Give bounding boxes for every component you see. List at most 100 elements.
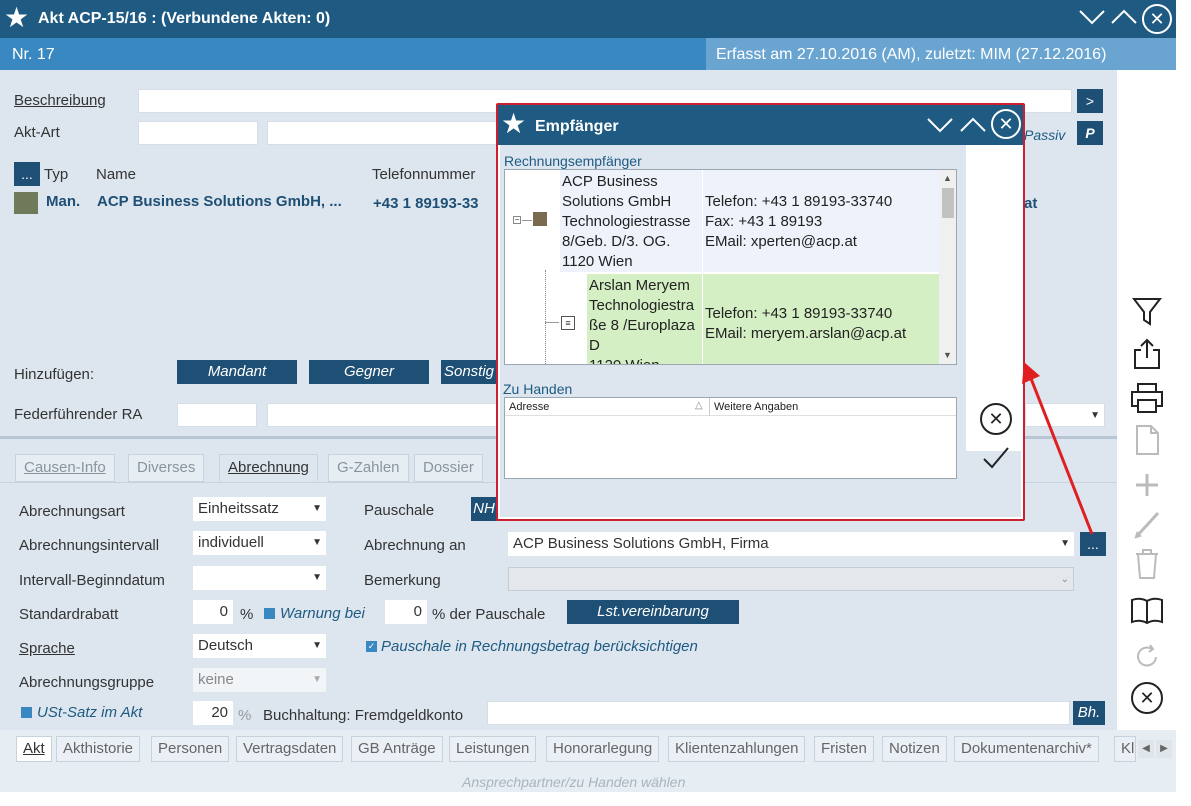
aktart-label: Akt-Art [14, 124, 60, 141]
rabatt-input[interactable]: 0 [193, 600, 233, 624]
party-name[interactable]: ACP Business Solutions GmbH, ... [97, 193, 342, 210]
btab-vertragsdaten[interactable]: Vertragsdaten [236, 736, 344, 762]
company-contact-cell[interactable]: Telefon: +43 1 89193-33740 Fax: +43 1 89… [703, 170, 939, 272]
edit-pencil-icon[interactable] [1127, 508, 1167, 547]
warnung-input[interactable]: 0 [385, 600, 427, 624]
tree-collapse-icon[interactable]: − [513, 216, 521, 224]
gruppe-select[interactable]: keine ▼ [193, 668, 326, 692]
party-typ[interactable]: Man. [46, 193, 80, 210]
person-address-cell[interactable]: Arslan Meryem Technologiestra ße 8 /Euro… [587, 274, 702, 364]
add-icon[interactable] [1127, 470, 1167, 507]
intervall-select[interactable]: individuell ▼ [193, 531, 326, 555]
btab-leistungen[interactable]: Leistungen [449, 736, 537, 762]
btab-label: Notizen [889, 740, 940, 757]
add-gegner-button[interactable]: Gegner [309, 360, 429, 384]
company-line: Technologiestrasse [562, 213, 691, 230]
delete-trash-icon[interactable] [1127, 548, 1167, 587]
tab-label: Abrechnung [228, 459, 309, 476]
tab-scroll-left-icon[interactable]: ◀ [1138, 740, 1154, 758]
col-adresse[interactable]: Adresse [509, 401, 549, 413]
buchhaltung-label: Buchhaltung: Fremdgeldkonto [263, 707, 464, 724]
print-icon[interactable] [1127, 382, 1167, 421]
annotation-arrow [1022, 362, 1094, 535]
maximize-chevron-icon[interactable] [1110, 6, 1138, 32]
maximize-chevron-icon[interactable] [959, 114, 987, 140]
close-record-icon[interactable]: ✕ [1131, 682, 1163, 714]
intervall-label: Abrechnungsintervall [19, 537, 160, 554]
star-icon[interactable]: ★ [4, 4, 29, 32]
btab-honorarlegung[interactable]: Honorarlegung [546, 736, 660, 762]
tab-diverses[interactable]: Diverses [128, 454, 205, 482]
company-address-cell[interactable]: ACP Business Solutions GmbH Technologies… [560, 170, 702, 272]
btab-personen[interactable]: Personen [151, 736, 230, 762]
confirm-check-icon[interactable] [982, 445, 1010, 475]
refresh-icon[interactable] [1127, 642, 1167, 679]
lst-vereinbarung-button[interactable]: Lst.vereinbarung [567, 600, 739, 624]
ra-input[interactable] [267, 403, 497, 427]
status-hint: Ansprechpartner/zu Handen wählen [462, 774, 686, 790]
ra-code-input[interactable] [177, 403, 257, 427]
tab-causen-info[interactable]: Causen-Info [15, 454, 115, 482]
ust-label: USt-Satz im Akt [37, 704, 143, 721]
btab-akt[interactable]: Akt [16, 736, 52, 762]
passiv-button[interactable]: P [1077, 121, 1103, 145]
btab-gb-antraege[interactable]: GB Anträge [351, 736, 443, 762]
scroll-thumb[interactable] [942, 188, 954, 218]
sprache-select[interactable]: Deutsch ▼ [193, 634, 326, 658]
gruppe-label: Abrechnungsgruppe [19, 674, 155, 691]
tab-scroll-right-icon[interactable]: ▶ [1156, 740, 1172, 758]
btab-notizen[interactable]: Notizen [882, 736, 947, 762]
bemerkung-select[interactable]: ⌄ [508, 567, 1074, 591]
beschreibung-go-button[interactable]: > [1077, 89, 1103, 113]
abrechnungsart-select[interactable]: Einheitssatz ▼ [193, 497, 326, 521]
btab-dokumentenarchiv[interactable]: Dokumentenarchiv* [954, 736, 1099, 762]
buchhaltung-input[interactable] [487, 701, 1070, 725]
grid-scrollbar[interactable]: ▲ ▼ [939, 170, 956, 364]
pauschale-check-checkbox[interactable]: ✓ [366, 641, 377, 652]
book-icon[interactable] [1127, 596, 1167, 633]
tree-line [545, 270, 546, 364]
btab-kl[interactable]: Kl [1114, 736, 1136, 762]
minimize-chevron-icon[interactable] [926, 114, 954, 140]
btab-klientenzahlungen[interactable]: Klientenzahlungen [668, 736, 806, 762]
scroll-up-icon[interactable]: ▲ [943, 173, 952, 183]
close-icon[interactable]: ✕ [991, 109, 1021, 139]
close-icon[interactable]: ✕ [1142, 4, 1172, 34]
warnung-checkbox[interactable] [264, 608, 275, 619]
ust-checkbox[interactable] [21, 707, 32, 718]
tab-label: Diverses [137, 459, 196, 476]
star-icon[interactable]: ★ [501, 110, 526, 138]
export-icon[interactable] [1127, 338, 1167, 377]
add-mandant-button[interactable]: Mandant [177, 360, 297, 384]
cancel-icon[interactable]: ✕ [980, 403, 1012, 435]
aktart-input[interactable] [267, 121, 497, 145]
ust-input[interactable]: 20 [193, 701, 233, 725]
filter-icon[interactable] [1127, 296, 1167, 335]
col-divider [709, 398, 710, 416]
tab-dossier[interactable]: Dossier [414, 454, 483, 482]
add-sonstige-button[interactable]: Sonstig [441, 360, 497, 384]
btab-fristen[interactable]: Fristen [814, 736, 874, 762]
abr-an-select[interactable]: ACP Business Solutions GmbH, Firma ▼ [508, 532, 1074, 556]
abr-an-value: ACP Business Solutions GmbH, Firma [513, 535, 769, 552]
beginndatum-input[interactable]: ▼ [193, 566, 326, 590]
new-document-icon[interactable] [1127, 424, 1167, 463]
party-telefon[interactable]: +43 1 89193-33 [373, 195, 479, 212]
aktart-code-input[interactable] [138, 121, 258, 145]
window-title: Akt ACP-15/16 : (Verbundene Akten: 0) [38, 10, 331, 27]
scroll-down-icon[interactable]: ▼ [943, 350, 952, 360]
tab-g-zahlen[interactable]: G-Zahlen [328, 454, 409, 482]
btab-akthistorie[interactable]: Akthistorie [56, 736, 141, 762]
bh-button[interactable]: Bh. [1073, 701, 1105, 725]
rabatt-pct: % [240, 606, 254, 623]
parties-menu-button[interactable]: ... [14, 162, 40, 186]
btab-label: Fristen [821, 740, 867, 757]
col-weitere[interactable]: Weitere Angaben [714, 401, 798, 413]
company-line: 8/Geb. D/3. OG. [562, 233, 671, 250]
btab-label: Klientenzahlungen [675, 740, 799, 757]
pauschale-nh-button[interactable]: NH [471, 497, 497, 521]
party-color-swatch [14, 192, 38, 214]
minimize-chevron-icon[interactable] [1078, 6, 1106, 32]
tab-abrechnung[interactable]: Abrechnung [219, 454, 318, 482]
person-contact-cell[interactable]: Telefon: +43 1 89193-33740 EMail: meryem… [703, 274, 939, 364]
